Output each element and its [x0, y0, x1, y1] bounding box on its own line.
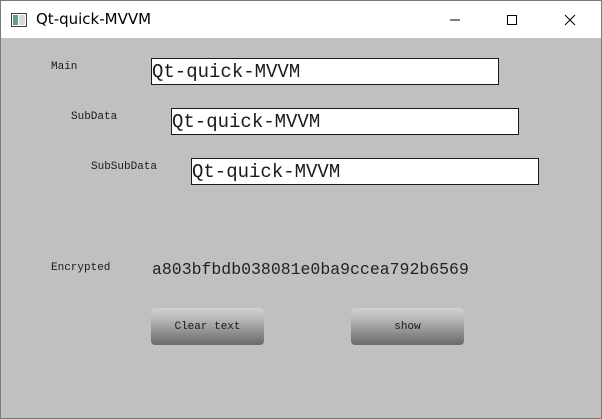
client-area: Main SubData SubSubData Encrypted a803bf…: [1, 38, 601, 418]
main-input[interactable]: [151, 58, 499, 85]
encrypted-label: Encrypted: [51, 262, 111, 274]
close-button[interactable]: [547, 1, 593, 38]
subsubdata-label: SubSubData: [91, 161, 158, 173]
show-button[interactable]: show: [351, 308, 464, 345]
minimize-icon: [449, 14, 461, 26]
title-bar[interactable]: Qt-quick-MVVM: [1, 1, 601, 38]
minimize-button[interactable]: [432, 1, 478, 38]
main-label: Main: [51, 61, 78, 73]
app-icon: [11, 12, 27, 27]
subdata-input[interactable]: [171, 108, 519, 135]
app-window: Qt-quick-MVVM Main SubData SubSubData: [0, 0, 602, 419]
subsubdata-input[interactable]: [191, 158, 539, 185]
maximize-button[interactable]: [489, 1, 535, 38]
encrypted-value: a803bfbdb038081e0ba9ccea792b6569: [152, 260, 469, 279]
subdata-label: SubData: [71, 111, 118, 123]
clear-text-button[interactable]: Clear text: [151, 308, 264, 345]
maximize-icon: [506, 14, 518, 26]
window-title: Qt-quick-MVVM: [36, 10, 152, 28]
close-icon: [564, 14, 576, 26]
